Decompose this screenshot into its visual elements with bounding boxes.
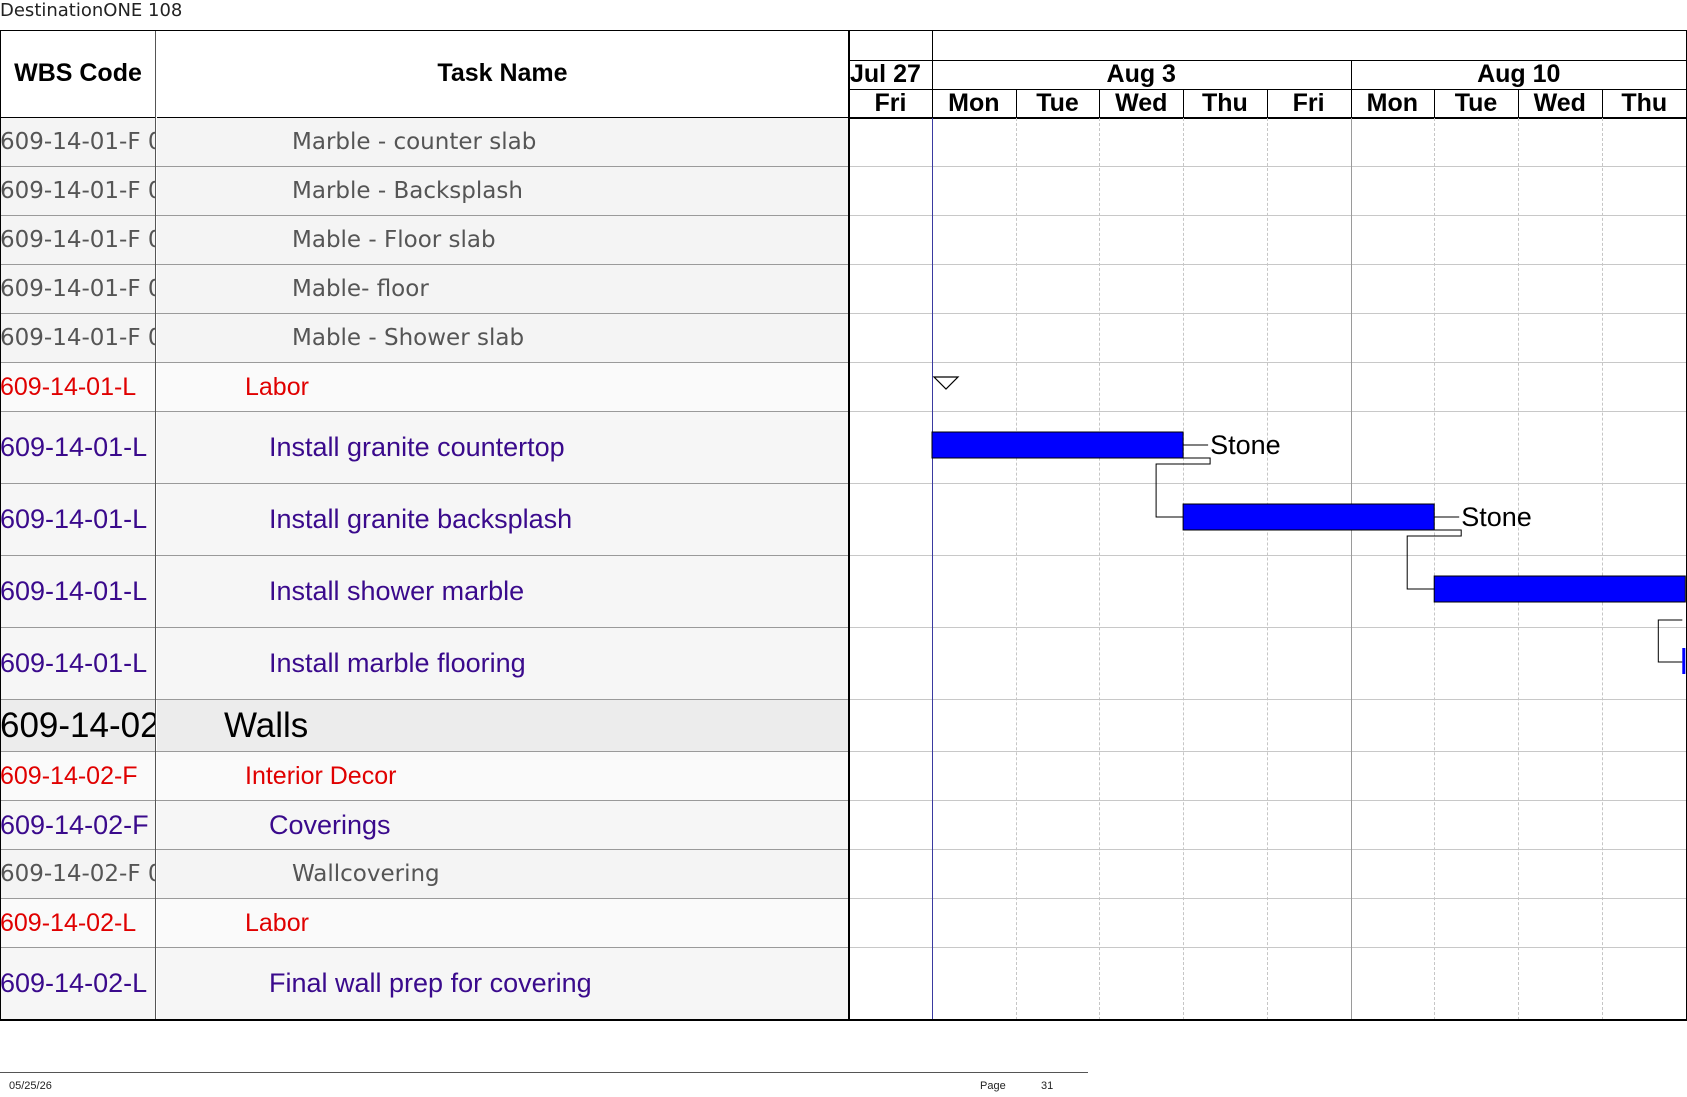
table-gantt-divider bbox=[848, 30, 850, 1020]
footer-page-number: 31 bbox=[1041, 1080, 1054, 1092]
gantt-bars-layer: Stone Stone bbox=[931, 376, 1686, 674]
table-bottom-border bbox=[0, 1019, 1687, 1021]
footer-page-label: Page bbox=[980, 1080, 1006, 1092]
table-left-border bbox=[0, 30, 1, 1020]
gantt-bar bbox=[931, 431, 1184, 459]
gantt-bar bbox=[1182, 503, 1435, 531]
footer-rule bbox=[0, 1072, 1088, 1073]
table-top-border bbox=[0, 30, 1687, 31]
footer-date: 05/25/26 bbox=[9, 1080, 52, 1092]
bar-resource-label: Stone bbox=[1461, 502, 1532, 532]
gantt-bar bbox=[1433, 575, 1686, 603]
dependency-link bbox=[1657, 619, 1683, 663]
summary-marker-icon bbox=[932, 376, 960, 390]
bar-resource-label: Stone bbox=[1210, 430, 1281, 460]
gantt-bar bbox=[1682, 648, 1686, 674]
